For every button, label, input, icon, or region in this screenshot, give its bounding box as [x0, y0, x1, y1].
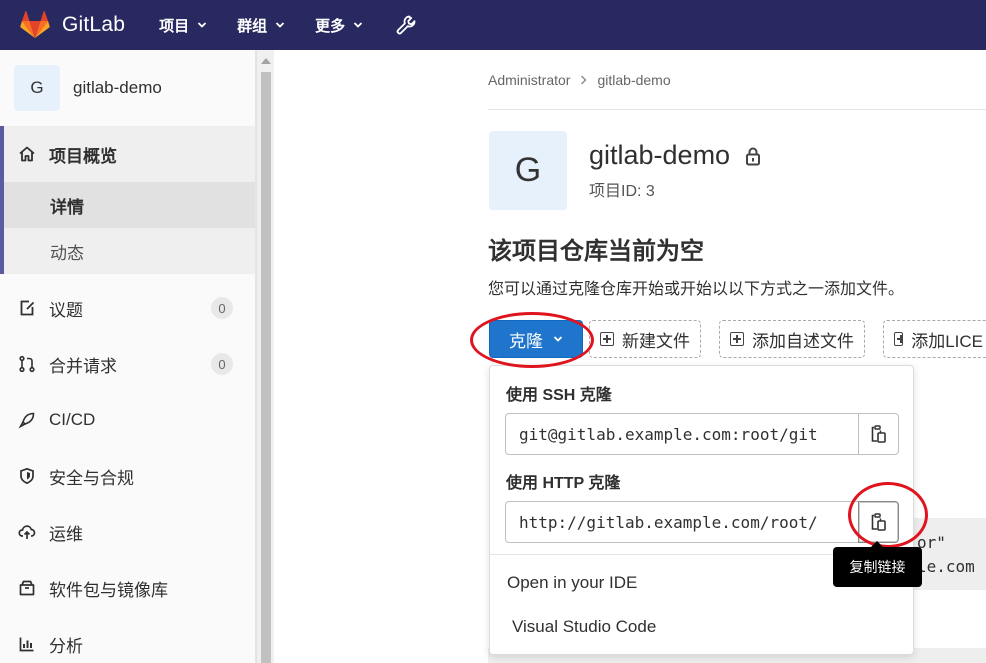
- nav-projects-label: 项目: [159, 17, 190, 35]
- clone-button[interactable]: 克隆: [489, 320, 583, 358]
- nav-more-menu[interactable]: 更多: [315, 15, 363, 36]
- sidebar-project-header[interactable]: G gitlab-demo: [0, 50, 255, 126]
- cloud-icon: [18, 523, 36, 541]
- scrollbar-thumb[interactable]: [261, 72, 271, 663]
- copy-ssh-url-button[interactable]: [858, 413, 899, 455]
- chevron-down-icon: [275, 22, 285, 28]
- sidebar-item-security[interactable]: 安全与合规: [0, 448, 255, 504]
- sidebar-item-label: 议题: [49, 300, 83, 320]
- chevron-down-icon: [353, 22, 363, 28]
- brand-name: GitLab: [62, 13, 126, 36]
- sidebar-subitem-details[interactable]: 详情: [4, 182, 255, 228]
- nav-groups-menu[interactable]: 群组: [237, 15, 285, 36]
- empty-repo-heading: 该项目仓库当前为空: [488, 238, 704, 265]
- ssh-clone-label: 使用 SSH 克隆: [506, 387, 612, 404]
- merge-request-icon: [18, 355, 36, 373]
- nav-projects-menu[interactable]: 项目: [159, 15, 207, 36]
- clipboard-icon: [871, 425, 886, 443]
- issues-count-badge: 0: [211, 297, 233, 319]
- open-in-vscode-item[interactable]: Visual Studio Code: [512, 617, 656, 637]
- project-sidebar: G gitlab-demo 项目概览 详情 动态 议题 0 合并请求 0 CI/…: [0, 50, 256, 663]
- project-title: gitlab-demo: [589, 140, 731, 170]
- add-license-button[interactable]: 添加LICE: [883, 320, 986, 358]
- new-file-label: 新建文件: [622, 331, 690, 351]
- sidebar-project-name: gitlab-demo: [73, 78, 162, 97]
- shield-icon: [18, 467, 36, 485]
- project-id: 项目ID: 3: [589, 183, 655, 200]
- readme-code-line: le.com: [917, 557, 975, 576]
- sidebar-item-cicd[interactable]: CI/CD: [0, 392, 255, 448]
- breadcrumb-item-project[interactable]: gitlab-demo: [597, 72, 670, 88]
- chevron-right-icon: [581, 75, 587, 85]
- breadcrumb-item-namespace[interactable]: Administrator: [488, 72, 570, 88]
- add-license-label: 添加LICE: [911, 331, 983, 351]
- top-navbar: GitLab 项目 群组 更多: [0, 0, 986, 50]
- merge-requests-count-badge: 0: [211, 353, 233, 375]
- sidebar-item-operations[interactable]: 运维: [0, 504, 255, 560]
- copy-link-tooltip: 复制链接: [833, 541, 922, 587]
- sidebar-item-analytics[interactable]: 分析: [0, 616, 255, 663]
- page-title: gitlab-demo: [589, 140, 762, 171]
- sidebar-item-label: 合并请求: [49, 356, 117, 376]
- clipboard-icon: [871, 513, 886, 531]
- gitlab-home-link[interactable]: GitLab: [20, 11, 125, 39]
- sidebar-item-label: 软件包与镜像库: [49, 580, 168, 600]
- add-readme-button[interactable]: 添加自述文件: [719, 320, 865, 358]
- home-icon: [18, 145, 36, 163]
- sidebar-item-overview[interactable]: 项目概览: [4, 126, 255, 182]
- chevron-down-icon: [553, 336, 563, 342]
- scroll-up-arrow-icon[interactable]: [261, 58, 271, 64]
- http-clone-label: 使用 HTTP 克隆: [506, 475, 621, 492]
- chart-icon: [18, 635, 36, 653]
- project-avatar-large: G: [489, 131, 567, 210]
- ssh-url-field[interactable]: git@gitlab.example.com:root/git: [505, 413, 859, 455]
- nav-more-label: 更多: [315, 17, 346, 35]
- sidebar-subitem-activity[interactable]: 动态: [4, 228, 255, 274]
- new-file-button[interactable]: 新建文件: [589, 320, 701, 358]
- sidebar-item-label: 项目概览: [49, 146, 117, 166]
- clone-button-label: 克隆: [509, 331, 543, 351]
- sidebar-item-label: 运维: [49, 524, 83, 544]
- breadcrumb-divider: [488, 109, 986, 110]
- rocket-icon: [18, 411, 36, 429]
- http-url-field[interactable]: http://gitlab.example.com/root/: [505, 501, 859, 543]
- issues-icon: [18, 299, 36, 317]
- sidebar-group-overview: 项目概览 详情 动态: [0, 126, 255, 274]
- sidebar-item-label: 分析: [49, 636, 83, 656]
- chevron-down-icon: [197, 22, 207, 28]
- sidebar-item-label: 安全与合规: [49, 468, 134, 488]
- open-in-ide-heading: Open in your IDE: [507, 573, 638, 592]
- add-readme-label: 添加自述文件: [752, 331, 854, 351]
- nav-groups-label: 群组: [237, 17, 268, 35]
- sidebar-item-merge-requests[interactable]: 合并请求 0: [0, 336, 255, 392]
- project-avatar: G: [14, 65, 60, 111]
- sidebar-item-packages[interactable]: 软件包与镜像库: [0, 560, 255, 616]
- admin-wrench-icon[interactable]: [395, 14, 417, 36]
- sidebar-item-label: CI/CD: [49, 410, 96, 429]
- sidebar-item-issues[interactable]: 议题 0: [0, 280, 255, 336]
- lock-icon: [746, 147, 761, 165]
- plus-square-icon: [730, 332, 744, 346]
- breadcrumb: Administrator gitlab-demo: [488, 72, 671, 88]
- clone-dropdown-menu: 使用 SSH 克隆 git@gitlab.example.com:root/gi…: [489, 365, 914, 655]
- empty-repo-description: 您可以通过克隆仓库开始或开始以以下方式之一添加文件。: [488, 281, 905, 298]
- plus-square-icon: [894, 332, 904, 346]
- plus-square-icon: [600, 332, 614, 346]
- gitlab-logo-icon: [20, 11, 50, 38]
- package-icon: [18, 579, 36, 597]
- copy-http-url-button[interactable]: [858, 501, 899, 543]
- sidebar-scrollbar[interactable]: [256, 50, 274, 663]
